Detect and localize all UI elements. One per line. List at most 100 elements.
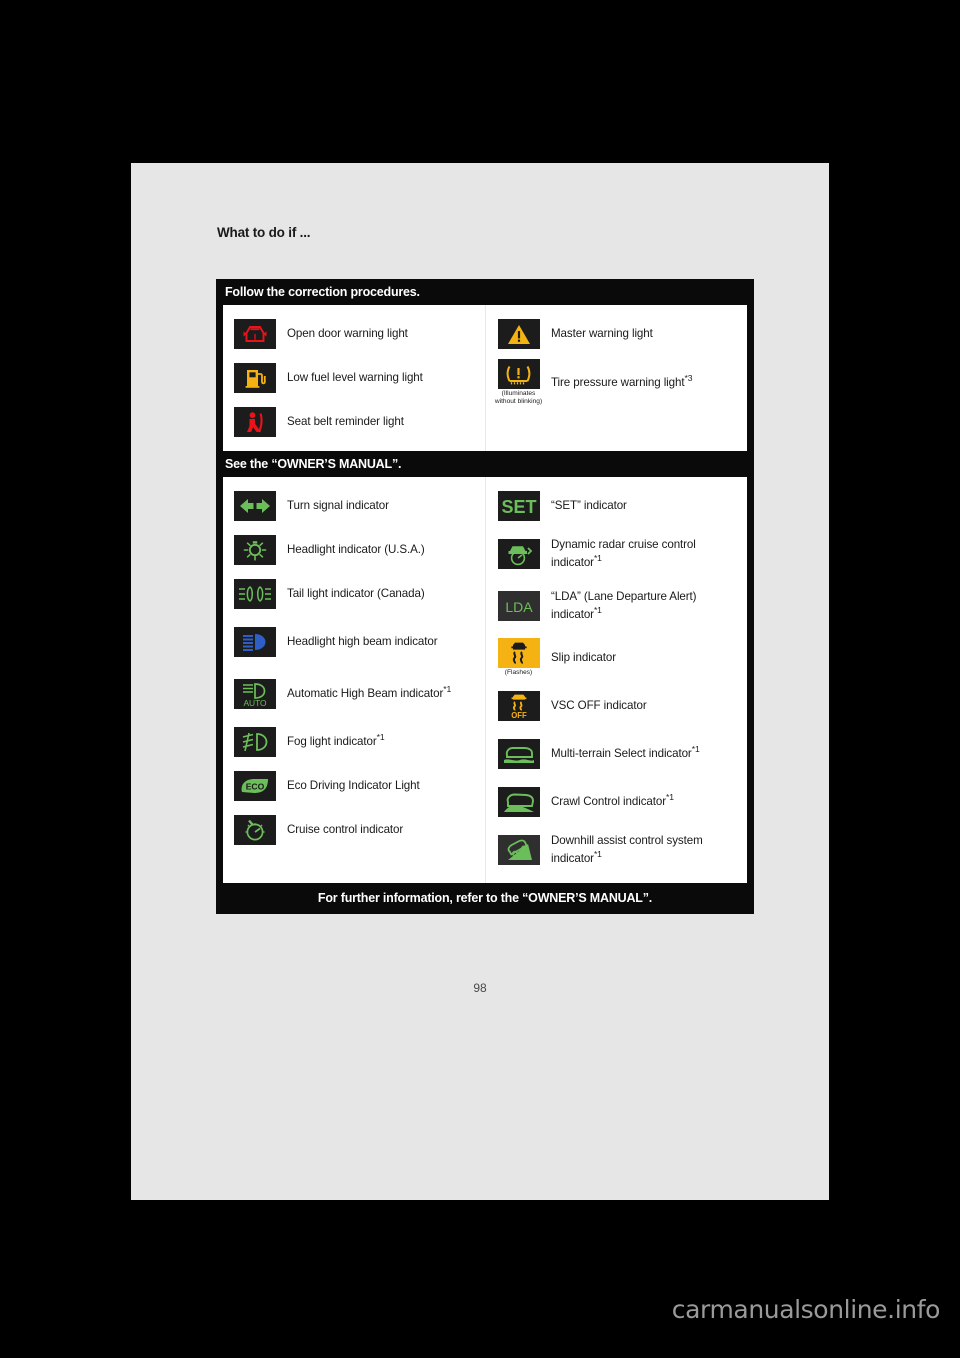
multi-terrain-select-icon [497,739,540,769]
indicator-label-text: Headlight high beam indicator [287,635,438,649]
indicator-label: Slip indicator [542,649,616,667]
footnote-marker: *1 [593,605,602,616]
indicator-label-text: “LDA” (Lane Departure Alert) indicator [551,590,697,621]
crawl-control-icon [497,787,540,817]
table-row[interactable]: (Flashes) Slip indicator [495,632,743,684]
table-row[interactable]: Multi-terrain Select indicator*1 [495,728,743,780]
icon-cell [231,491,278,521]
indicator-label: Downhill assist control system indicator… [542,832,743,867]
indicator-label-text: Open door warning light [287,327,408,341]
indicator-label-text: Dynamic radar cruise control indicator [551,538,696,569]
table-row[interactable]: Master warning light [495,312,743,356]
indicator-table: Follow the correction procedures. Open d… [216,279,754,914]
table-row[interactable]: Low fuel level warning light [231,356,481,400]
icon-note: (Illuminates without blinking) [494,390,543,406]
indicator-label: Dynamic radar cruise control indicator*1 [542,536,743,571]
icon-cell: OFF [495,691,542,721]
indicator-label: Headlight high beam indicator [278,633,438,651]
footnote-marker: *1 [593,553,602,564]
indicator-label-text: Cruise control indicator [287,823,404,837]
lda-indicator-icon: LDA [497,591,540,621]
indicator-label: Turn signal indicator [278,497,389,515]
table-row[interactable]: Dynamic radar cruise control indicator*1 [495,528,743,580]
footnote-marker: *1 [593,849,602,860]
table-row[interactable]: Turn signal indicator [231,484,481,528]
indicator-label: Open door warning light [278,325,408,343]
open-door-warning-icon [233,319,276,349]
section-2-right-column: SET “SET” indicator Dynamic radar cruise… [485,477,747,883]
icon-cell: AUTO [231,679,278,709]
svg-text:AUTO: AUTO [243,698,267,707]
indicator-label: “SET” indicator [542,497,627,515]
section-2-grid: Turn signal indicator Headlight indicato… [223,477,747,883]
footer-band-owners-manual: For further information, refer to the “O… [317,891,653,905]
table-row[interactable]: Seat belt reminder light [231,400,481,444]
table-row[interactable]: Crawl Control indicator*1 [495,780,743,824]
icon-cell [231,407,278,437]
table-row[interactable]: Downhill assist control system indicator… [495,824,743,876]
indicator-label: Tail light indicator (Canada) [278,585,425,603]
low-fuel-warning-icon [233,363,276,393]
footnote-marker: *1 [665,792,674,803]
table-row[interactable]: Fog light indicator*1 [231,720,481,764]
section-1-grid: Open door warning light Low fuel level w… [223,305,747,451]
table-row[interactable]: LDA “LDA” (Lane Departure Alert) indicat… [495,580,743,632]
indicator-label: Automatic High Beam indicator*1 [278,685,451,703]
icon-cell [231,319,278,349]
indicator-label: Eco Driving Indicator Light [278,777,420,795]
indicator-label-text: Downhill assist control system indicator [551,834,703,865]
icon-cell [231,815,278,845]
icon-cell [495,319,542,349]
headlight-icon [233,535,276,565]
indicator-label: Cruise control indicator [278,821,403,839]
page-title: What to do if ... [217,225,311,240]
vsc-off-icon: OFF [497,691,540,721]
downhill-assist-icon [497,835,540,865]
table-row[interactable]: (Illuminates without blinking) Tire pres… [495,356,743,409]
seat-belt-reminder-icon [233,407,276,437]
table-row[interactable]: AUTO Automatic High Beam indicator*1 [231,668,481,720]
icon-cell: LDA [495,591,542,621]
icon-cell [231,363,278,393]
indicator-label: Tire pressure warning light*3 [542,374,693,392]
indicator-label-text: Crawl Control indicator [551,795,666,809]
icon-note: (Flashes) [504,669,533,677]
high-beam-icon [233,627,276,657]
icon-cell: (Illuminates without blinking) [495,359,542,406]
footnote-marker: *1 [691,744,700,755]
table-row[interactable]: Tail light indicator (Canada) [231,572,481,616]
icon-cell [231,579,278,609]
table-row[interactable]: OFF VSC OFF indicator [495,684,743,728]
table-row[interactable]: Cruise control indicator [231,808,481,852]
indicator-label: Master warning light [542,325,653,343]
icon-cell [495,787,542,817]
indicator-label-text: Multi-terrain Select indicator [551,747,692,761]
indicator-label-text: VSC OFF indicator [551,699,647,713]
indicator-label-text: Tail light indicator (Canada) [287,587,425,601]
eco-driving-icon: ECO [233,771,276,801]
indicator-label-text: Eco Driving Indicator Light [287,779,420,793]
indicator-label: Headlight indicator (U.S.A.) [278,541,425,559]
indicator-label: Fog light indicator*1 [278,733,385,751]
footnote-marker: *1 [443,684,452,695]
icon-cell [231,627,278,657]
table-row[interactable]: ECO Eco Driving Indicator Light [231,764,481,808]
tail-light-icon [233,579,276,609]
site-watermark: carmanualsonline.info [671,1295,941,1324]
table-row[interactable]: Open door warning light [231,312,481,356]
table-row[interactable]: SET “SET” indicator [495,484,743,528]
manual-page: What to do if ... Follow the correction … [131,163,829,1200]
section-1-right-column: Master warning light (Illuminates withou… [485,305,747,451]
slip-indicator-icon [497,638,540,669]
indicator-label: Low fuel level warning light [278,369,423,387]
footnote-marker: *1 [376,732,385,743]
icon-cell [495,539,542,569]
section-band-owners-manual: See the “OWNER’S MANUAL”. [225,457,402,471]
table-row[interactable]: Headlight high beam indicator [231,616,481,668]
table-row[interactable]: Headlight indicator (U.S.A.) [231,528,481,572]
section-2-left-column: Turn signal indicator Headlight indicato… [223,477,485,883]
indicator-label-text: Turn signal indicator [287,499,389,513]
master-warning-icon [497,319,540,349]
indicator-label-text: Headlight indicator (U.S.A.) [287,543,425,557]
icon-cell [231,535,278,565]
